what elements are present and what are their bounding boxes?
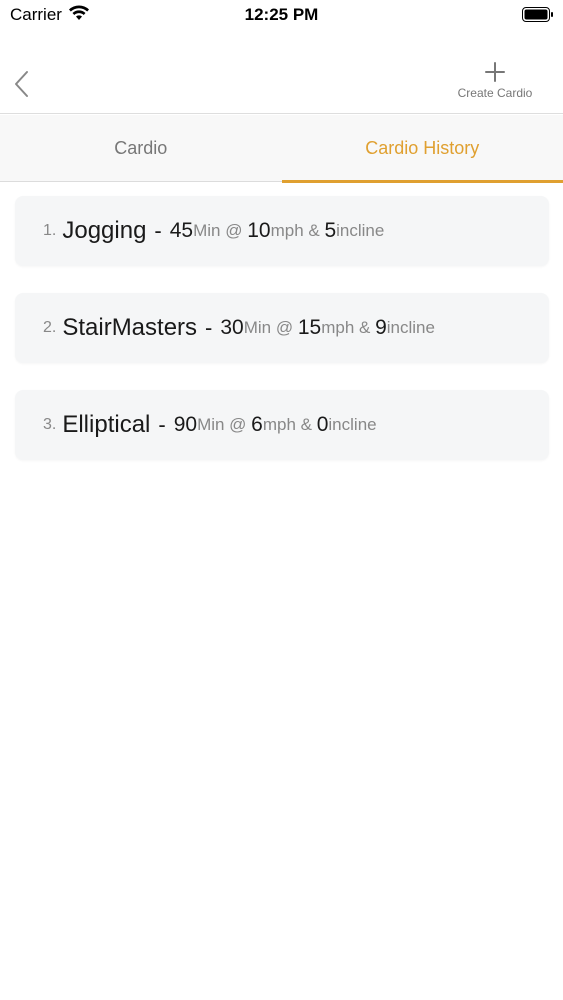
item-speed: 6 (251, 413, 263, 436)
item-minutes: 45 (169, 219, 194, 242)
tab-cardio-history[interactable]: Cardio History (281, 115, 563, 183)
list-item[interactable]: 2. StairMasters - 30 Min @ 15 mph & 9 in… (15, 293, 549, 363)
item-minutes: 90 (173, 413, 198, 436)
tab-cardio[interactable]: Cardio (0, 115, 282, 182)
create-cardio-button[interactable]: Create Cardio (453, 62, 537, 104)
battery-icon (522, 7, 553, 22)
item-index: 1. (43, 222, 57, 239)
item-name: Jogging (62, 217, 147, 244)
status-bar: Carrier 12:25 PM (0, 0, 563, 30)
item-incline-unit: incline (328, 415, 377, 434)
item-incline: 9 (375, 316, 387, 339)
item-minutes: 30 (220, 316, 244, 339)
plus-icon (485, 62, 505, 82)
back-button[interactable] (8, 64, 38, 100)
item-incline-unit: incline (336, 221, 385, 240)
item-minutes-unit: Min @ (197, 415, 252, 434)
item-speed-unit: mph & (270, 221, 325, 240)
item-name: Elliptical (62, 411, 151, 438)
item-incline-unit: incline (386, 318, 435, 337)
navigation-bar: Create Cardio (0, 44, 563, 114)
item-dash: - (158, 412, 166, 437)
item-index: 3. (43, 416, 57, 433)
clock: 12:25 PM (244, 5, 319, 24)
item-incline: 5 (324, 219, 337, 242)
item-speed-unit: mph & (262, 415, 317, 434)
item-speed-unit: mph & (321, 318, 376, 337)
item-minutes-unit: Min @ (193, 221, 248, 240)
chevron-left-icon (15, 71, 28, 97)
list-item[interactable]: 3. Elliptical - 90 Min @ 6 mph & 0 incli… (15, 390, 549, 460)
item-minutes-unit: Min @ (243, 318, 298, 337)
item-speed: 10 (247, 219, 271, 242)
tab-bar: Cardio Cardio History (0, 115, 563, 183)
item-incline: 0 (316, 413, 329, 436)
item-speed: 15 (297, 316, 322, 339)
create-cardio-label: Create Cardio (457, 86, 533, 100)
item-dash: - (154, 218, 162, 243)
item-index: 2. (43, 319, 57, 336)
item-dash: - (205, 315, 213, 340)
item-name: StairMasters (62, 314, 198, 341)
list-item[interactable]: 1. Jogging - 45 Min @ 10 mph & 5 incline (15, 196, 549, 266)
cardio-history-list: 1. Jogging - 45 Min @ 10 mph & 5 incline… (15, 196, 549, 487)
